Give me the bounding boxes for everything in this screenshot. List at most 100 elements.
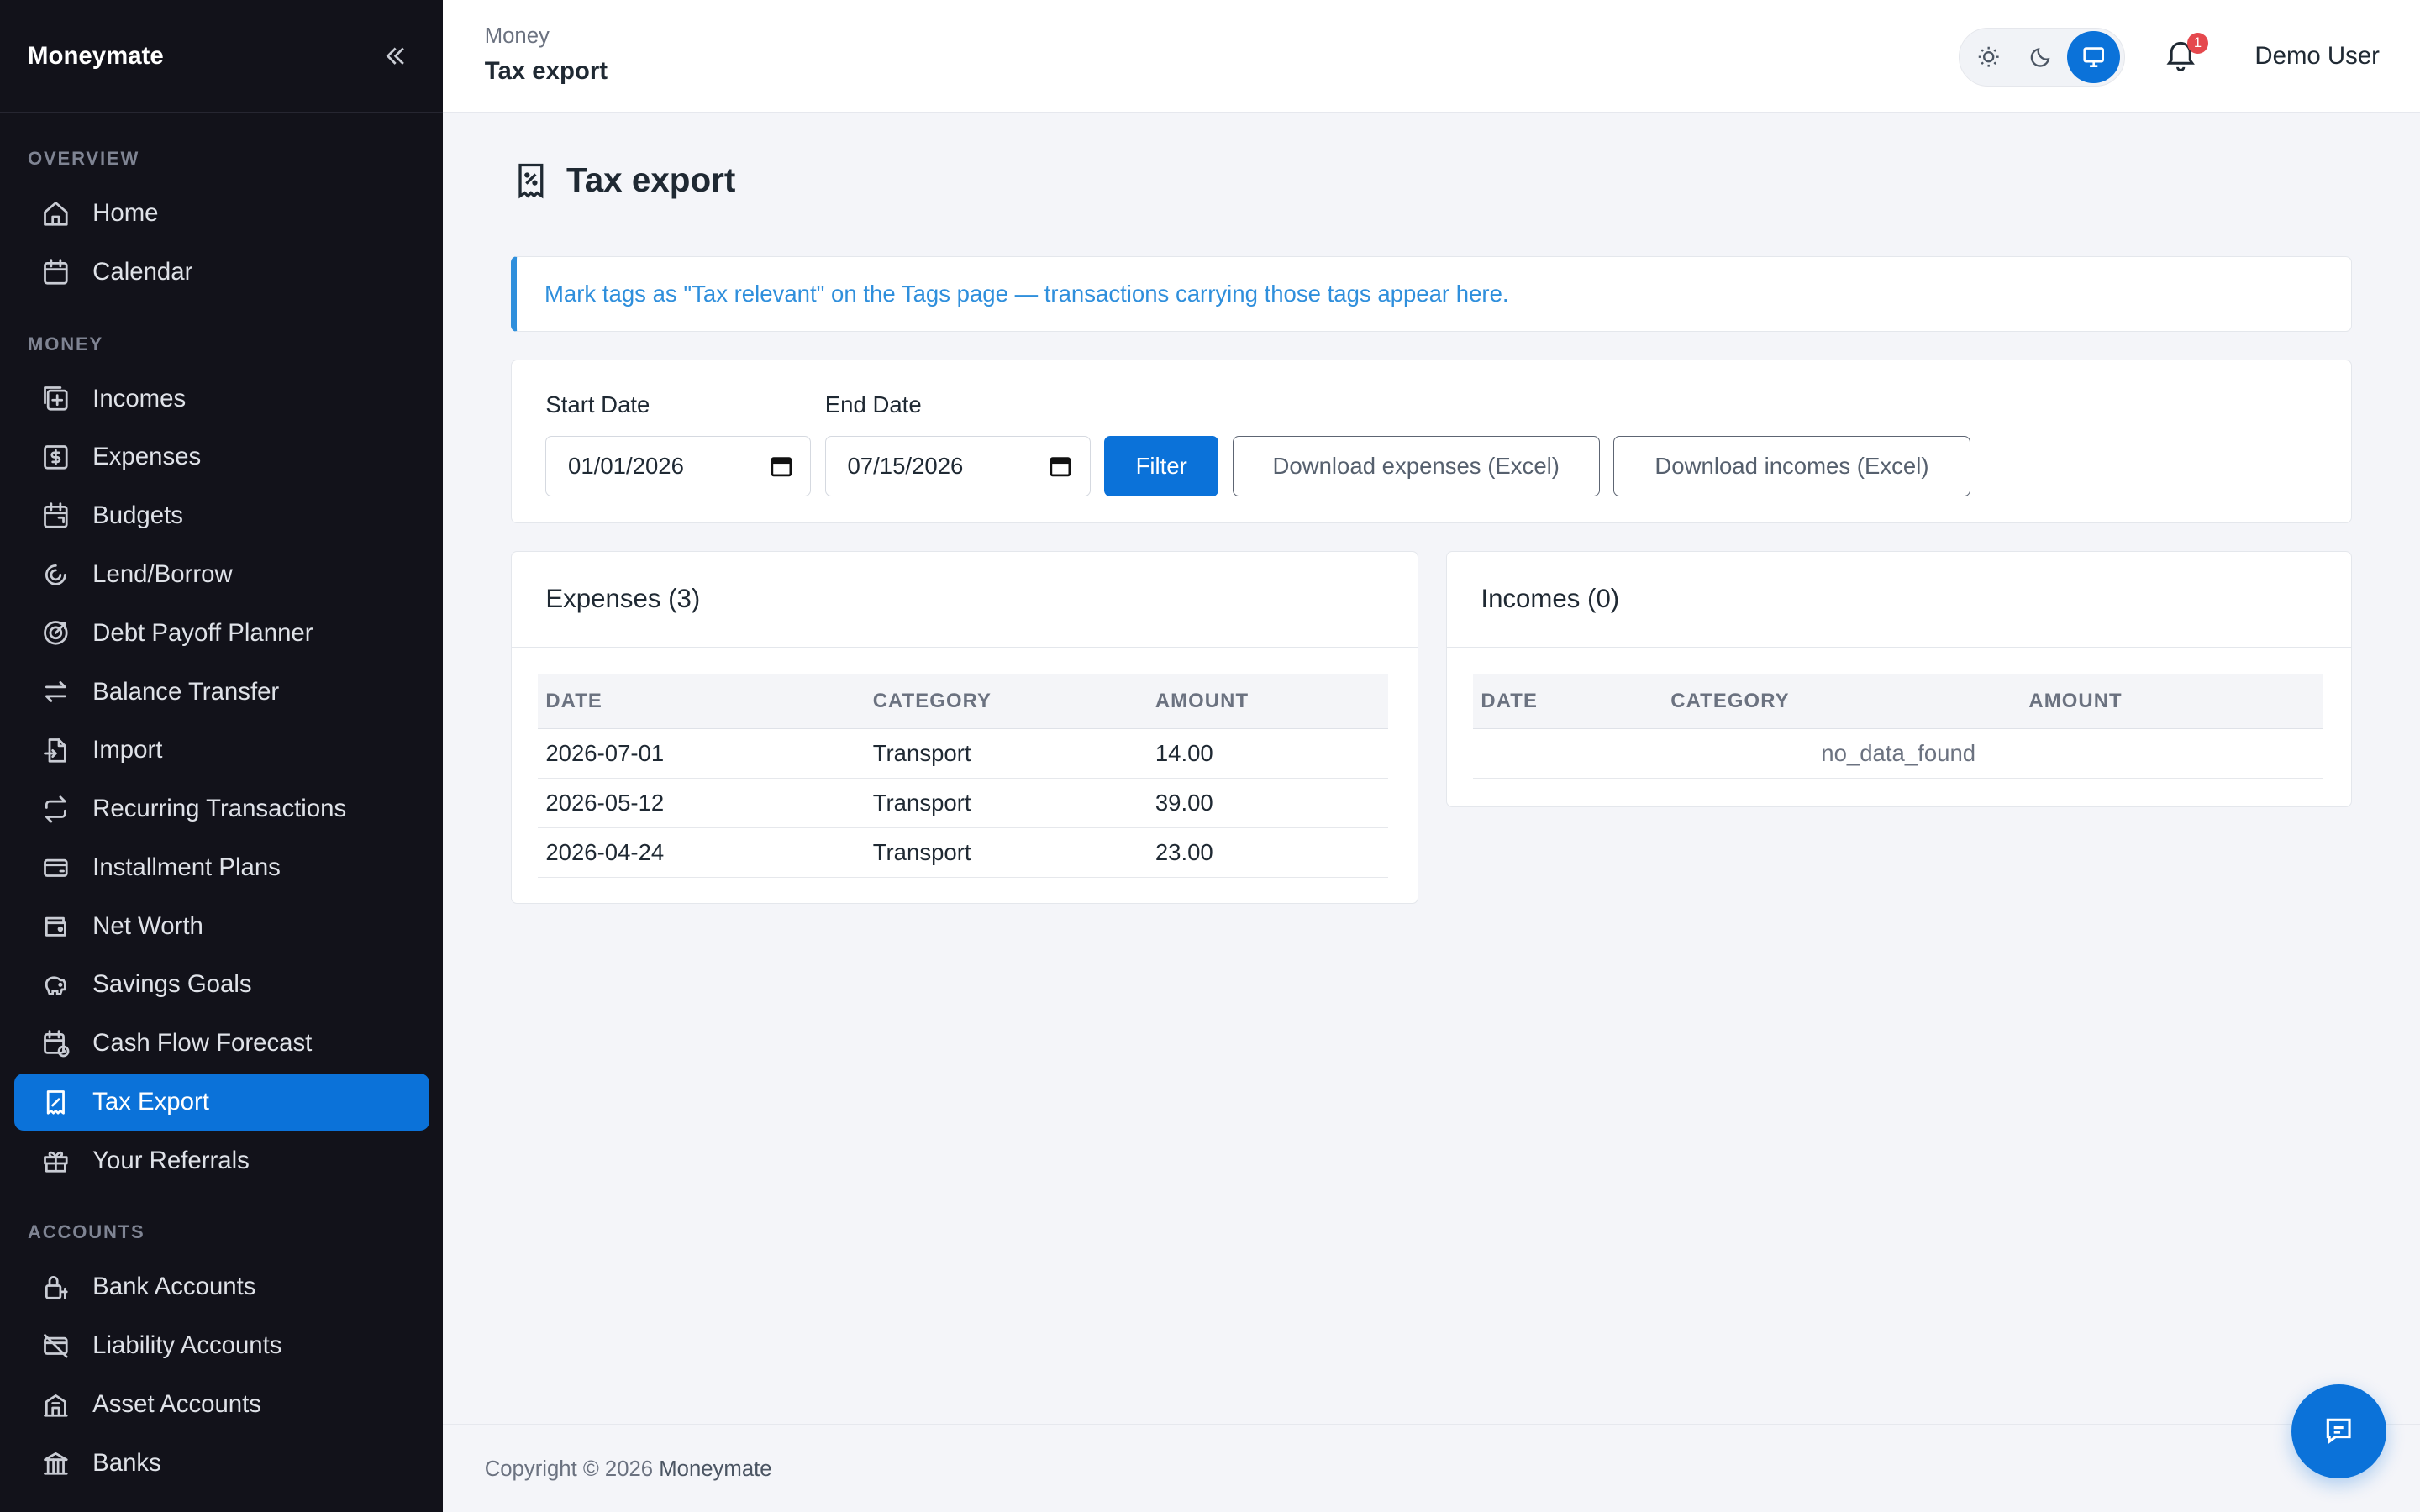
- chat-button[interactable]: [2291, 1383, 2386, 1478]
- col-amount: AMOUNT: [2021, 673, 2324, 730]
- start-date-label: Start Date: [545, 391, 650, 417]
- filter-button[interactable]: Filter: [1104, 435, 1219, 496]
- footer-brand-link[interactable]: Moneymate: [659, 1457, 771, 1481]
- sidebar-item-label: Bank Accounts: [92, 1273, 256, 1301]
- brand-name: Moneymate: [28, 41, 164, 70]
- start-date-value: 01/01/2026: [568, 452, 684, 479]
- info-alert: Mark tags as "Tax relevant" on the Tags …: [510, 255, 2353, 332]
- sidebar-item-label: Balance Transfer: [92, 677, 280, 706]
- end-date-input[interactable]: 07/15/2026: [824, 435, 1091, 496]
- sidebar-brand: Moneymate: [0, 0, 444, 113]
- sidebar-item-import[interactable]: Import: [14, 722, 429, 779]
- cell-date: 2026-04-24: [538, 827, 865, 878]
- sidebar-item-label: Your Referrals: [92, 1146, 250, 1174]
- col-amount: AMOUNT: [1147, 673, 1389, 730]
- bank-icon: [40, 1447, 71, 1478]
- cell-date: 2026-07-01: [538, 728, 865, 780]
- expenses-panel: Expenses (3) DATE CATEGORY AMOUNT 2026-0…: [510, 550, 1418, 905]
- download-expenses-button[interactable]: Download expenses (Excel): [1232, 435, 1600, 496]
- sidebar-item-calendar[interactable]: Calendar: [14, 244, 429, 301]
- transfer-icon: [40, 676, 71, 707]
- user-menu[interactable]: Demo User: [2254, 42, 2380, 71]
- col-date: DATE: [538, 673, 865, 730]
- moon-icon: [2031, 48, 2050, 67]
- theme-system-button[interactable]: [2067, 30, 2120, 84]
- theme-dark-button[interactable]: [2015, 31, 2067, 83]
- cell-category: Transport: [865, 827, 1148, 878]
- lend-borrow-icon: [40, 559, 71, 591]
- copyright: Copyright © 2026 Moneymate: [485, 1457, 772, 1482]
- theme-light-button[interactable]: [1962, 31, 2014, 83]
- sidebar-item-label: Liability Accounts: [92, 1331, 282, 1360]
- notification-badge: 1: [2186, 32, 2209, 55]
- sidebar-item-incomes[interactable]: Incomes: [14, 370, 429, 428]
- cell-category: Transport: [865, 728, 1148, 780]
- cell-amount: 14.00: [1147, 728, 1389, 780]
- sidebar-item-home[interactable]: Home: [14, 185, 429, 242]
- col-category: CATEGORY: [865, 673, 1148, 730]
- sidebar-item-asset-accounts[interactable]: Asset Accounts: [14, 1376, 429, 1433]
- sidebar-item-cash-flow-forecast[interactable]: Cash Flow Forecast: [14, 1015, 429, 1072]
- page-title: Tax export: [566, 160, 736, 200]
- sidebar-item-tax-export[interactable]: Tax Export: [13, 1074, 429, 1131]
- start-date-input[interactable]: 01/01/2026: [545, 435, 812, 496]
- sidebar-item-net-worth[interactable]: Net Worth: [14, 898, 429, 955]
- theme-switch: [1958, 28, 2126, 87]
- sidebar-item-label: Budgets: [92, 501, 183, 530]
- breadcrumb-current: Tax export: [484, 56, 608, 85]
- cell-amount: 39.00: [1147, 778, 1389, 828]
- wallet-icon: [40, 911, 71, 942]
- footer: Copyright © 2026 Moneymate: [443, 1424, 2420, 1512]
- sidebar-item-recurring-transactions[interactable]: Recurring Transactions: [14, 780, 429, 837]
- asset-icon: [40, 1389, 71, 1420]
- sidebar-item-label: Savings Goals: [92, 970, 252, 999]
- cell-amount: 23.00: [1147, 827, 1389, 878]
- sidebar-item-label: Home: [92, 199, 159, 228]
- bank-account-icon: [40, 1272, 71, 1303]
- sidebar-item-label: Import: [92, 736, 163, 764]
- table-row: 2026-07-01 Transport 14.00: [538, 728, 1389, 780]
- sidebar-item-liability-accounts[interactable]: Liability Accounts: [14, 1317, 429, 1374]
- sidebar-item-budgets[interactable]: Budgets: [14, 487, 429, 544]
- sidebar-item-label: Net Worth: [92, 911, 203, 940]
- sidebar-item-savings-goals[interactable]: Savings Goals: [14, 957, 429, 1014]
- sidebar-item-label: Installment Plans: [92, 853, 281, 881]
- collapse-sidebar-button[interactable]: [375, 36, 415, 76]
- download-incomes-button[interactable]: Download incomes (Excel): [1613, 435, 1970, 496]
- sidebar-item-banks[interactable]: Banks: [14, 1435, 429, 1492]
- calendar-picker-icon: [770, 457, 792, 477]
- empty-state: no_data_found: [1473, 728, 2324, 780]
- incomes-panel: Incomes (0) DATE CATEGORY AMOUNT no_data…: [1445, 550, 2353, 807]
- incomes-header-row: DATE CATEGORY AMOUNT: [1473, 673, 2324, 730]
- sun-icon: [1978, 47, 1999, 67]
- breadcrumb-parent[interactable]: Money: [485, 24, 550, 49]
- notifications-button[interactable]: 1: [2164, 32, 2209, 77]
- sidebar-item-expenses[interactable]: Expenses: [14, 428, 429, 486]
- sidebar-item-label: Asset Accounts: [92, 1389, 261, 1418]
- expenses-title: Expenses (3): [511, 552, 1418, 648]
- repeat-icon: [40, 794, 71, 825]
- copyright-text: Copyright © 2026: [484, 1457, 654, 1481]
- receipt-tax-icon: [40, 1087, 71, 1118]
- expenses-header-row: DATE CATEGORY AMOUNT: [538, 673, 1389, 730]
- forecast-icon: [40, 1028, 71, 1059]
- sidebar-item-your-referrals[interactable]: Your Referrals: [14, 1132, 429, 1189]
- sidebar-item-installment-plans[interactable]: Installment Plans: [14, 839, 429, 896]
- table-row: 2026-05-12 Transport 39.00: [538, 778, 1389, 828]
- sidebar-item-label: Banks: [92, 1448, 161, 1477]
- card-icon: [40, 853, 71, 884]
- double-chevron-left-icon: [386, 47, 404, 65]
- sidebar-item-label: Tax Export: [92, 1088, 209, 1116]
- filter-card: Start Date 01/01/2026 End Date 07/15/202…: [510, 359, 2353, 523]
- incomes-table: DATE CATEGORY AMOUNT no_data_found: [1473, 673, 2324, 780]
- sidebar-nav: OVERVIEW Home Calendar MONEY Incomes Expenses…: [0, 144, 443, 1492]
- sidebar-item-lend-borrow[interactable]: Lend/Borrow: [14, 546, 429, 603]
- sidebar-item-label: Cash Flow Forecast: [92, 1029, 313, 1058]
- col-date: DATE: [1473, 673, 1664, 730]
- sidebar-item-balance-transfer[interactable]: Balance Transfer: [14, 664, 429, 721]
- gift-icon: [40, 1145, 71, 1176]
- sidebar-item-bank-accounts[interactable]: Bank Accounts: [14, 1258, 429, 1315]
- calendar-icon: [40, 257, 71, 288]
- sidebar-item-debt-payoff-planner[interactable]: Debt Payoff Planner: [14, 605, 429, 662]
- calendar-picker-icon: [1050, 457, 1071, 477]
